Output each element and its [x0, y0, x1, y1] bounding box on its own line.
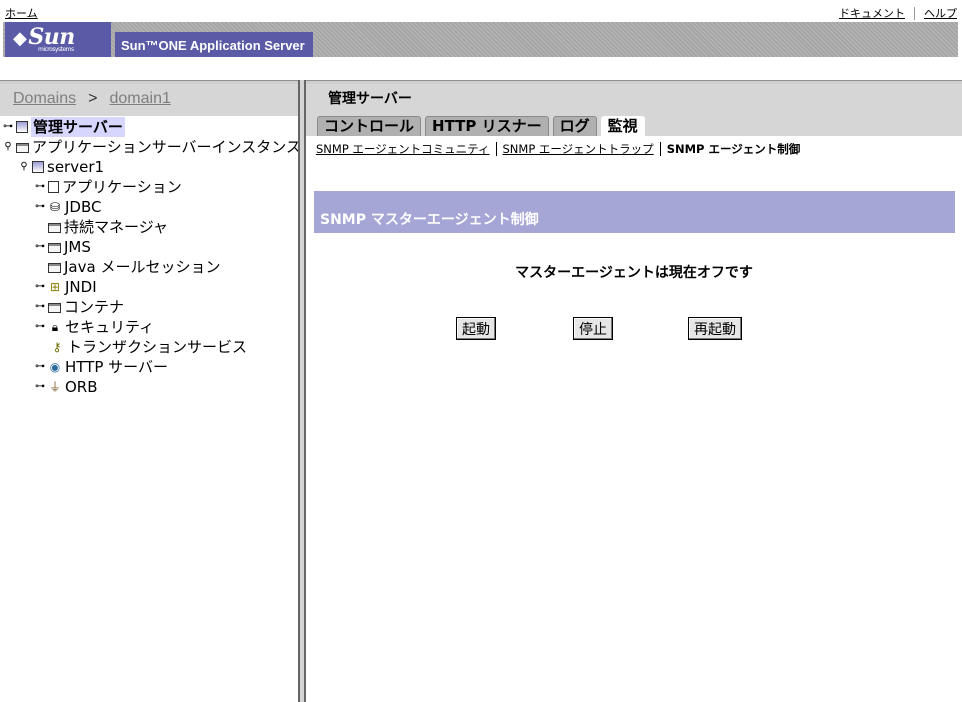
globe-icon: ◉: [49, 360, 61, 374]
frame-splitter[interactable]: [298, 80, 306, 702]
tab-log[interactable]: ログ: [552, 116, 597, 136]
collapse-toggle-icon[interactable]: ⊶: [34, 317, 46, 337]
logo-subtext: microsystems: [38, 46, 74, 53]
breadcrumb-domains[interactable]: Domains: [13, 90, 76, 107]
collapse-toggle-icon[interactable]: ⊶: [34, 357, 46, 377]
subtab-separator: [659, 142, 661, 156]
tree-item-label[interactable]: コンテナ: [64, 297, 124, 317]
utility-links: ドキュメント ヘルプ: [839, 5, 957, 21]
page-header: 管理サーバー コントロール HTTP リスナー ログ 監視: [306, 84, 962, 136]
tree-item-label[interactable]: JDBC: [65, 197, 101, 217]
subtab-snmp-agent-community[interactable]: SNMP エージェントコミュニティ: [316, 141, 490, 157]
start-button[interactable]: 起動: [456, 317, 496, 340]
plug-icon: ⏚: [48, 380, 61, 394]
tree-item-applications[interactable]: ⊶ アプリケーション: [34, 177, 182, 197]
tab-bar: コントロール HTTP リスナー ログ 監視: [317, 116, 649, 136]
tree-item-jndi[interactable]: ⊶ ⊞ JNDI: [34, 277, 97, 297]
tree-item-containers[interactable]: ⊶ コンテナ: [34, 297, 124, 317]
product-banner: ◆Sun microsystems Sun™ONE Application Se…: [3, 22, 958, 57]
tree-item-java-mail-session[interactable]: Java メールセッション: [48, 257, 220, 277]
tree-item-label[interactable]: JNDI: [65, 277, 97, 297]
tab-http-listener[interactable]: HTTP リスナー: [425, 116, 549, 136]
tree-item-transaction-service[interactable]: ⚷ トランザクションサービス: [50, 337, 247, 357]
breadcrumb-domain1[interactable]: domain1: [109, 90, 170, 107]
tree-item-admin-server[interactable]: ⊶ 管理サーバー: [2, 117, 125, 137]
jndi-icon: ⊞: [49, 280, 61, 294]
tree-item-http-server[interactable]: ⊶ ◉ HTTP サーバー: [34, 357, 168, 377]
server-icon: [16, 121, 28, 133]
help-link[interactable]: ヘルプ: [924, 5, 957, 21]
sun-logo: ◆Sun microsystems: [5, 22, 111, 57]
tree-item-label[interactable]: Java メールセッション: [64, 257, 220, 277]
tree-item-label[interactable]: 管理サーバー: [31, 117, 125, 137]
tree-item-jms[interactable]: ⊶ JMS: [34, 237, 91, 257]
tree-item-label[interactable]: セキュリティ: [65, 317, 154, 337]
server-icon: [32, 161, 44, 173]
breadcrumb-separator: >: [88, 90, 98, 107]
page-title: 管理サーバー: [328, 91, 412, 107]
tree-item-label[interactable]: server1: [47, 157, 104, 177]
navigation-pane: Domains > domain1 ⊶ 管理サーバー ⚲ アプリケーションサーバーイ…: [0, 84, 301, 702]
expand-toggle-icon[interactable]: ⚲: [18, 157, 30, 177]
subtab-snmp-agent-trap[interactable]: SNMP エージェントトラップ: [503, 141, 654, 157]
section-title: SNMP マスターエージェント制御: [320, 212, 539, 228]
content-pane: 管理サーバー コントロール HTTP リスナー ログ 監視 SNMP エージェン…: [306, 84, 962, 702]
tree-item-jdbc[interactable]: ⊶ ⛁ JDBC: [34, 197, 101, 217]
collapse-toggle-icon[interactable]: ⊶: [34, 177, 46, 197]
collapse-toggle-icon[interactable]: ⊶: [34, 237, 46, 257]
tree-item-label[interactable]: 持続マネージャ: [64, 217, 168, 237]
tree-item-label[interactable]: JMS: [64, 237, 91, 257]
tree-item-app-server-instances[interactable]: ⚲ アプリケーションサーバーインスタンス: [2, 137, 301, 157]
database-icon: ⛁: [49, 200, 61, 214]
stop-button[interactable]: 停止: [573, 317, 613, 340]
tab-control[interactable]: コントロール: [317, 116, 422, 136]
tree-item-label[interactable]: HTTP サーバー: [65, 357, 168, 377]
collapse-toggle-icon[interactable]: ⊶: [34, 297, 46, 317]
folder-icon: [48, 303, 61, 313]
collapse-toggle-icon[interactable]: ⊶: [34, 377, 46, 397]
home-link[interactable]: ホーム: [5, 5, 38, 21]
folder-icon: [48, 263, 61, 273]
tree-item-server1[interactable]: ⚲ server1: [18, 157, 104, 177]
tree-item-label[interactable]: アプリケーションサーバーインスタンス: [32, 137, 301, 157]
subtab-snmp-agent-control: SNMP エージェント制御: [666, 142, 801, 156]
tree-item-persistence-manager[interactable]: 持続マネージャ: [48, 217, 168, 237]
sun-diamond-icon: ◆: [13, 28, 27, 49]
folder-icon: [48, 243, 61, 253]
documentation-link[interactable]: ドキュメント: [839, 5, 905, 21]
collapse-toggle-icon[interactable]: ⊶: [34, 277, 46, 297]
collapse-toggle-icon[interactable]: ⊶: [2, 117, 14, 137]
breadcrumb: Domains > domain1: [0, 84, 298, 116]
link-separator: [914, 6, 915, 20]
collapse-toggle-icon[interactable]: ⊶: [34, 197, 46, 217]
expand-toggle-icon[interactable]: ⚲: [2, 137, 14, 157]
section-header: SNMP マスターエージェント制御: [314, 191, 955, 233]
folder-icon: [16, 143, 29, 153]
restart-button[interactable]: 再起動: [688, 317, 742, 340]
tree-item-label[interactable]: ORB: [65, 377, 98, 397]
subtab-separator: [495, 142, 497, 156]
lock-icon: 🔒︎: [51, 320, 59, 334]
document-icon: [48, 181, 59, 193]
product-name: Sun™ONE Application Server: [115, 32, 313, 57]
tree-item-orb[interactable]: ⊶ ⏚ ORB: [34, 377, 98, 397]
agent-status-text: マスターエージェントは現在オフです: [515, 265, 753, 281]
top-links-bar: ホーム ドキュメント ヘルプ: [0, 0, 962, 22]
subtab-bar: SNMP エージェントコミュニティ SNMP エージェントトラップ SNMP エ…: [316, 141, 800, 157]
tree-item-security[interactable]: ⊶ 🔒︎ セキュリティ: [34, 317, 154, 337]
folder-icon: [48, 223, 61, 233]
key-icon: ⚷: [52, 340, 62, 354]
tree-item-label[interactable]: トランザクションサービス: [67, 337, 247, 357]
tree-item-label[interactable]: アプリケーション: [62, 177, 182, 197]
tab-monitoring[interactable]: 監視: [600, 116, 645, 136]
